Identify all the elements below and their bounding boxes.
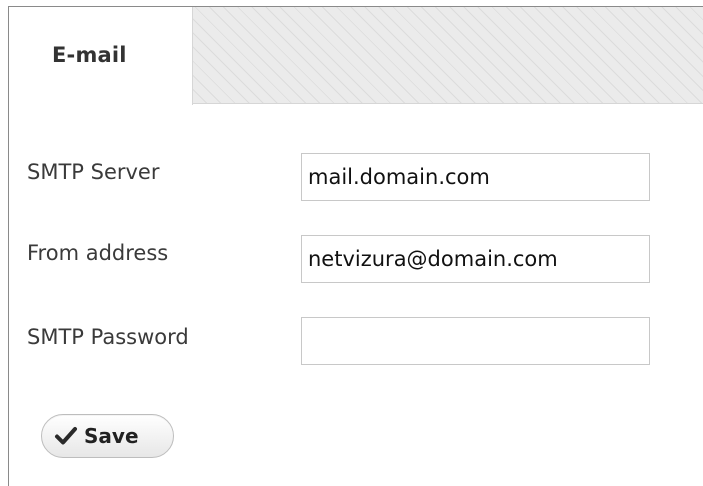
tab-email[interactable]: E-mail: [9, 7, 193, 105]
smtp-server-row: SMTP Server: [9, 150, 703, 201]
smtp-password-label: SMTP Password: [27, 325, 189, 349]
tab-email-label: E-mail: [52, 43, 127, 67]
tab-bar: E-mail: [9, 7, 703, 105]
checkmark-icon: [54, 424, 78, 448]
from-address-input[interactable]: [301, 235, 650, 283]
smtp-server-label: SMTP Server: [27, 160, 160, 184]
from-address-row: From address: [9, 233, 703, 283]
tab-bar-background: [193, 7, 703, 104]
smtp-server-input[interactable]: [301, 153, 650, 201]
smtp-password-row: SMTP Password: [9, 315, 703, 365]
save-button-label: Save: [84, 424, 139, 448]
email-settings-panel: E-mail SMTP Server From address SMTP Pas…: [8, 6, 703, 486]
save-button[interactable]: Save: [41, 414, 174, 458]
from-address-label: From address: [27, 241, 169, 265]
smtp-password-input[interactable]: [301, 317, 650, 365]
